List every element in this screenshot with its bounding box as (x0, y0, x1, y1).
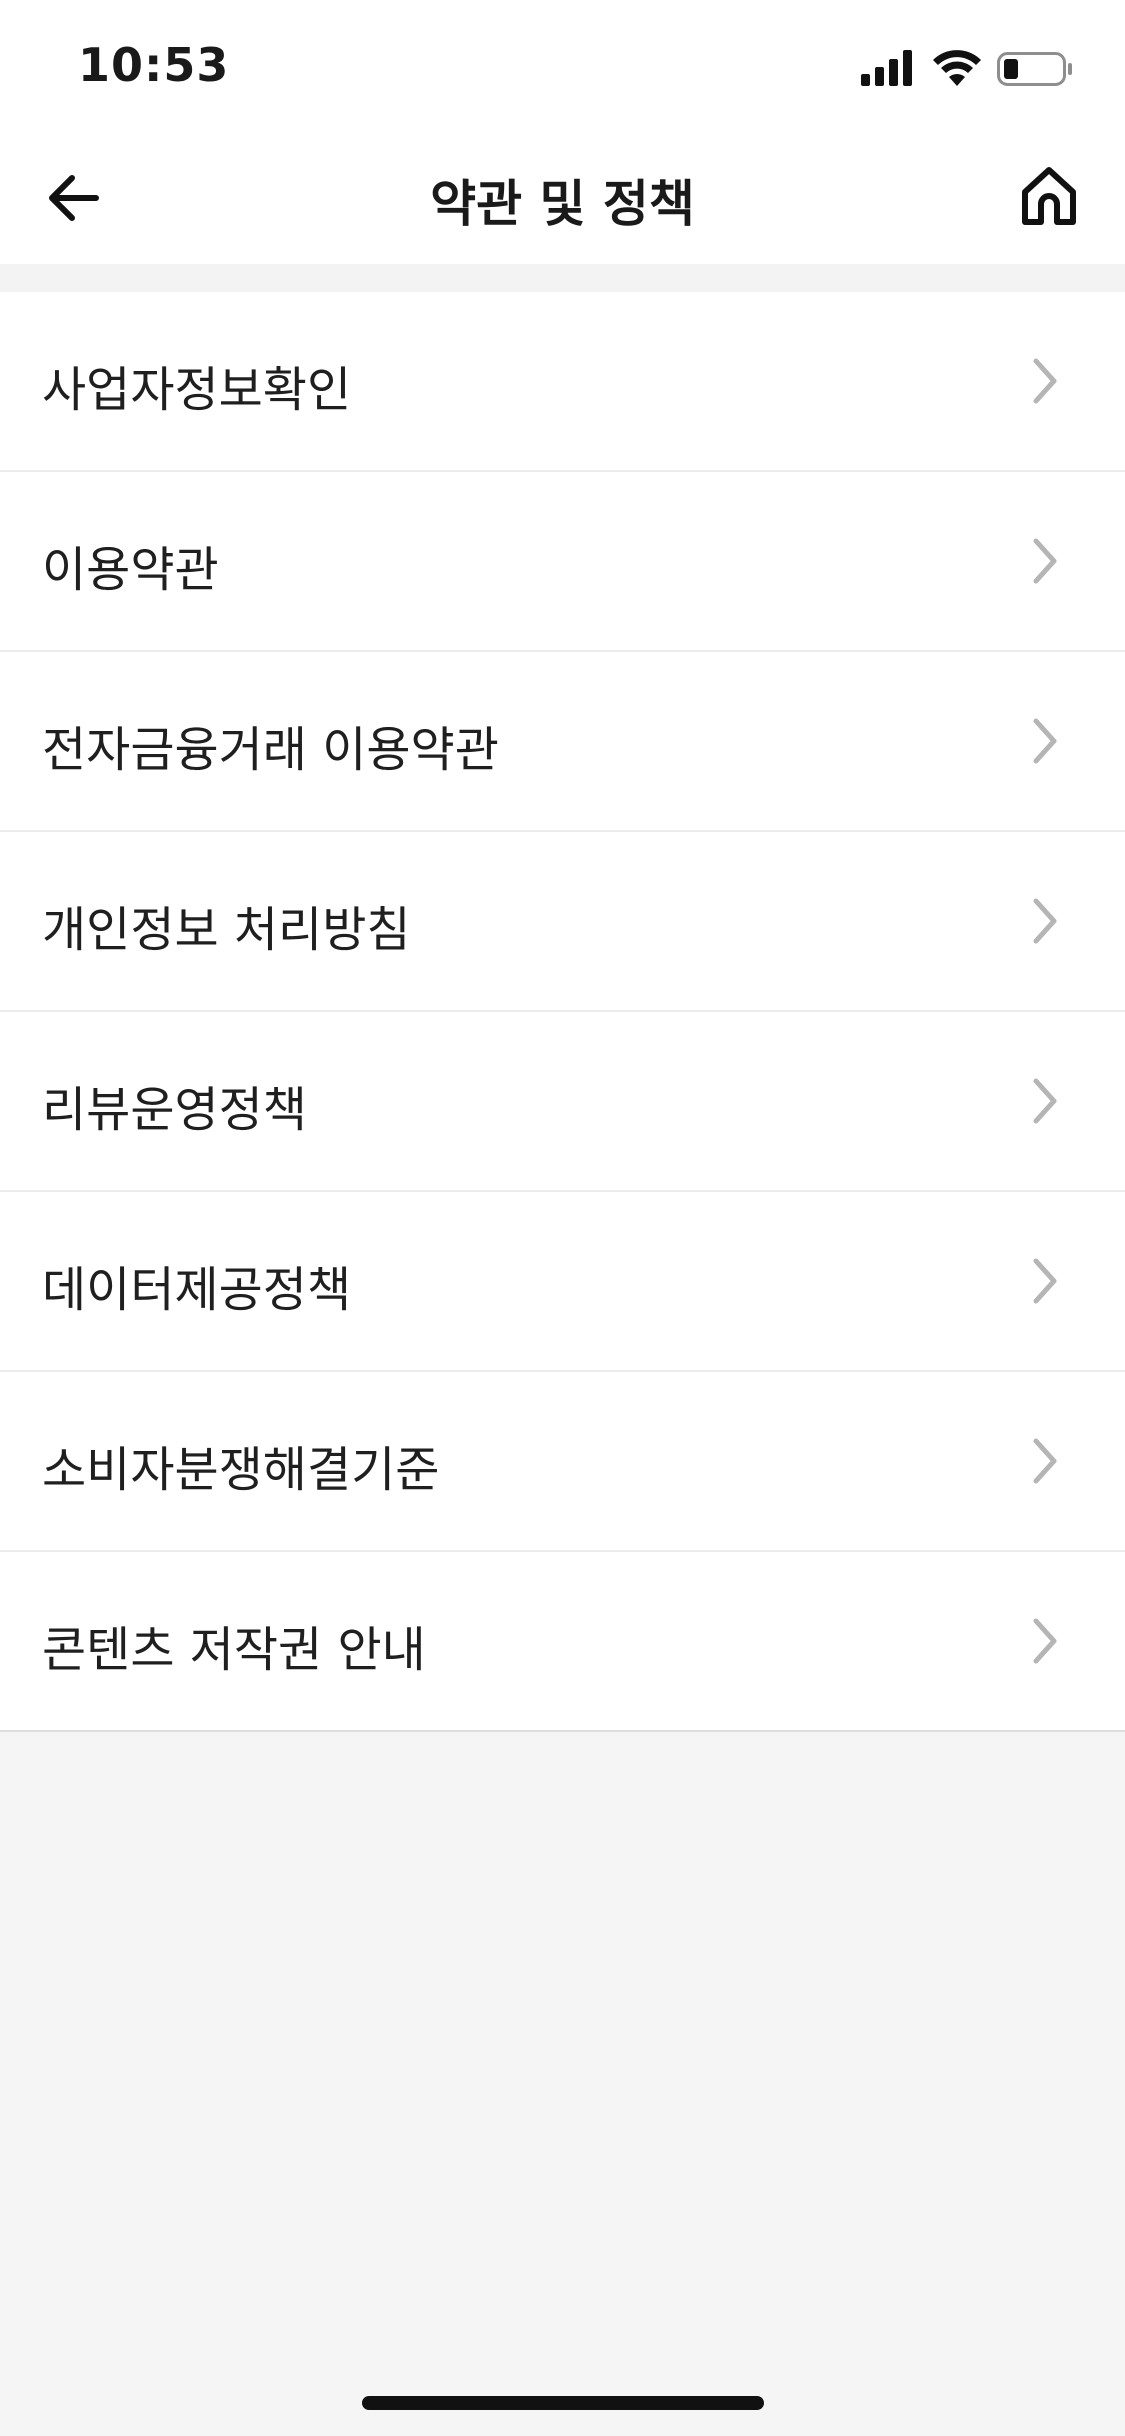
chevron-right-icon (1033, 1618, 1057, 1664)
menu-item-label: 데이터제공정책 (42, 1262, 352, 1318)
menu-item-consumer-dispute-standards[interactable]: 소비자분쟁해결기준 (0, 1372, 1125, 1552)
wifi-icon (933, 50, 981, 86)
chevron-right-icon (1033, 1078, 1057, 1124)
menu-item-label: 전자금융거래 이용약관 (42, 722, 499, 778)
battery-icon (997, 52, 1072, 86)
status-icons (861, 50, 1072, 86)
cellular-signal-icon (861, 50, 912, 86)
menu-item-data-provision-policy[interactable]: 데이터제공정책 (0, 1192, 1125, 1372)
home-indicator[interactable] (362, 2396, 764, 2410)
menu-item-privacy-policy[interactable]: 개인정보 처리방침 (0, 832, 1125, 1012)
status-bar: 10:53 (0, 0, 1125, 132)
home-icon[interactable] (1017, 164, 1081, 228)
menu-item-label: 개인정보 처리방침 (42, 902, 411, 958)
chevron-right-icon (1033, 358, 1057, 404)
menu-item-label: 소비자분쟁해결기준 (42, 1442, 440, 1498)
navigation-bar: 약관 및 정책 (0, 132, 1125, 264)
menu-item-label: 리뷰운영정책 (42, 1082, 307, 1138)
chevron-right-icon (1033, 538, 1057, 584)
menu-item-label: 이용약관 (42, 542, 219, 598)
section-divider (0, 264, 1125, 292)
page-title: 약관 및 정책 (430, 175, 695, 233)
menu-item-review-policy[interactable]: 리뷰운영정책 (0, 1012, 1125, 1192)
chevron-right-icon (1033, 1438, 1057, 1484)
menu-item-business-info[interactable]: 사업자정보확인 (0, 292, 1125, 472)
menu-item-label: 사업자정보확인 (42, 362, 352, 418)
menu-item-label: 콘텐츠 저작권 안내 (42, 1622, 426, 1678)
status-time: 10:53 (78, 38, 230, 92)
policy-menu-list: 사업자정보확인 이용약관 전자금융거래 이용약관 개인정보 처리방침 리뷰운영정… (0, 292, 1125, 1732)
menu-item-terms-of-use[interactable]: 이용약관 (0, 472, 1125, 652)
menu-item-electronic-finance-terms[interactable]: 전자금융거래 이용약관 (0, 652, 1125, 832)
menu-item-content-copyright[interactable]: 콘텐츠 저작권 안내 (0, 1552, 1125, 1730)
chevron-right-icon (1033, 718, 1057, 764)
chevron-right-icon (1033, 898, 1057, 944)
chevron-right-icon (1033, 1258, 1057, 1304)
